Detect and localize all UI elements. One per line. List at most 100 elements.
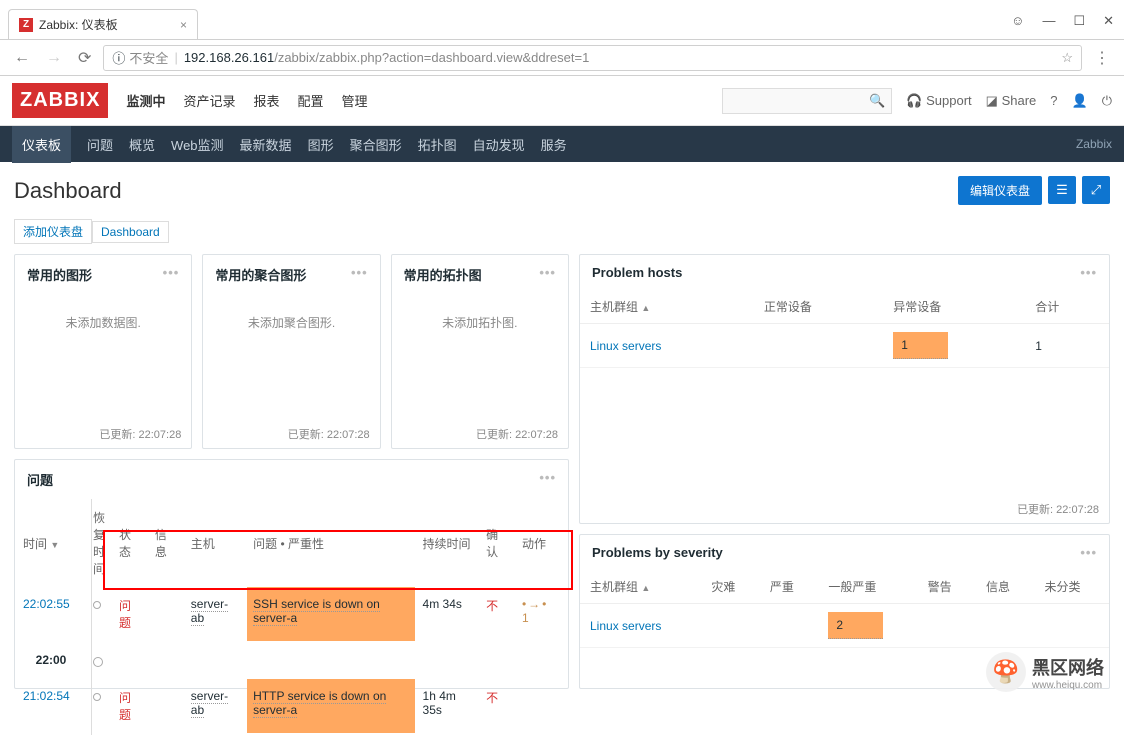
col-duration[interactable]: 持续时间: [417, 501, 479, 585]
widget-menu-icon[interactable]: •••: [351, 265, 368, 284]
widget-updated: 已更新: 22:07:28: [15, 420, 191, 448]
status: 问题: [113, 587, 147, 641]
fullscreen-button[interactable]: ⤢: [1082, 176, 1110, 204]
host-link[interactable]: server-ab: [191, 689, 228, 718]
support-link[interactable]: 🎧 Support: [906, 93, 971, 109]
forward-icon: →: [42, 49, 66, 67]
logout-icon[interactable]: ⏻: [1102, 93, 1112, 109]
search-input[interactable]: 🔍: [722, 88, 892, 114]
time-divider: 22:00: [17, 643, 566, 677]
col-status[interactable]: 状态: [113, 501, 147, 585]
col-recovery[interactable]: 恢复时间: [87, 501, 111, 585]
browser-tab[interactable]: Z Zabbix: 仪表板 ×: [8, 9, 198, 39]
col-info[interactable]: 信息: [976, 570, 1034, 604]
widget-menu-icon[interactable]: •••: [1080, 265, 1097, 280]
col-disaster[interactable]: 灾难: [701, 570, 759, 604]
widget-title: 常用的图形: [27, 265, 92, 284]
timeline-dot-icon: [93, 657, 103, 667]
col-time[interactable]: 时间 ▼: [17, 501, 85, 585]
widget-updated: 已更新: 22:07:28: [580, 495, 1109, 523]
widget-updated: 已更新: 22:07:28: [203, 420, 379, 448]
col-warning[interactable]: 警告: [918, 570, 976, 604]
problem-link[interactable]: SSH service is down on server-a: [253, 597, 380, 626]
tab-close-icon[interactable]: ×: [180, 18, 187, 32]
widget-problems: 问题 ••• 时间 ▼ 恢复时间 状态 信息 主机 问题 • 严重性 持续时间 确…: [14, 459, 569, 689]
time-link[interactable]: 22:02:55: [23, 597, 70, 611]
sort-desc-icon: ▼: [50, 540, 59, 550]
ack-link[interactable]: 不: [486, 599, 498, 613]
menu-admin[interactable]: 管理: [342, 91, 368, 110]
widget-menu-icon[interactable]: •••: [1080, 545, 1097, 560]
widget-title: Problem hosts: [592, 265, 682, 280]
chrome-menu-icon[interactable]: ⋮: [1090, 48, 1114, 68]
subnav-latest[interactable]: 最新数据: [240, 135, 292, 154]
breadcrumb-add[interactable]: 添加仪表盘: [23, 225, 83, 239]
subnav-problems[interactable]: 问题: [87, 135, 113, 154]
back-icon[interactable]: ←: [10, 49, 34, 67]
actions-cell[interactable]: •→• 1: [522, 597, 548, 625]
group-link[interactable]: Linux servers: [590, 339, 661, 353]
url-path: /zabbix/zabbix.php?action=dashboard.view…: [274, 50, 589, 65]
widget-menu-icon[interactable]: •••: [539, 470, 556, 489]
problem-link[interactable]: HTTP service is down on server-a: [253, 689, 386, 718]
zabbix-logo[interactable]: ZABBIX: [12, 83, 108, 118]
widget-maps: 常用的拓扑图••• 未添加拓扑图. 已更新: 22:07:28: [391, 254, 569, 449]
window-close-icon[interactable]: ✕: [1103, 13, 1114, 29]
col-group[interactable]: 主机群组 ▲: [580, 570, 701, 604]
subnav-dashboard[interactable]: 仪表板: [12, 126, 71, 163]
bookmark-icon[interactable]: ☆: [1061, 50, 1073, 66]
breadcrumb-current[interactable]: Dashboard: [101, 225, 160, 239]
col-high[interactable]: 严重: [760, 570, 818, 604]
menu-config[interactable]: 配置: [298, 91, 324, 110]
col-bad[interactable]: 异常设备: [883, 290, 1025, 324]
avg-count[interactable]: 2: [828, 612, 883, 639]
subnav-overview[interactable]: 概览: [129, 135, 155, 154]
subnav-web[interactable]: Web监测: [171, 135, 224, 154]
help-icon[interactable]: ?: [1050, 93, 1057, 108]
reload-icon[interactable]: ⟳: [74, 48, 95, 68]
col-ok[interactable]: 正常设备: [754, 290, 883, 324]
subnav-screens[interactable]: 聚合图形: [350, 135, 402, 154]
col-host[interactable]: 主机: [185, 501, 245, 585]
menu-monitoring[interactable]: 监测中: [126, 91, 165, 110]
total-count: 1: [1025, 324, 1109, 368]
widget-empty: 未添加聚合图形.: [203, 294, 379, 420]
col-ack[interactable]: 确认: [480, 501, 514, 585]
widget-updated: 已更新: 22:07:28: [392, 420, 568, 448]
menu-button[interactable]: ☰: [1048, 176, 1076, 204]
subnav-right: Zabbix: [1076, 137, 1112, 151]
col-info[interactable]: 信息: [149, 501, 183, 585]
page-title: Dashboard: [14, 178, 122, 204]
window-minimize-icon[interactable]: —: [1042, 13, 1055, 29]
time-link[interactable]: 21:02:54: [23, 689, 70, 703]
col-problem[interactable]: 问题 • 严重性: [247, 501, 414, 585]
group-link[interactable]: Linux servers: [590, 619, 661, 633]
host-link[interactable]: server-ab: [191, 597, 228, 626]
subnav-discovery[interactable]: 自动发现: [473, 135, 525, 154]
widget-menu-icon[interactable]: •••: [163, 265, 180, 284]
menu-inventory[interactable]: 资产记录: [183, 91, 235, 110]
subnav-graphs[interactable]: 图形: [308, 135, 334, 154]
menu-reports[interactable]: 报表: [253, 91, 279, 110]
profile-icon[interactable]: 👤: [1072, 93, 1088, 109]
user-icon[interactable]: ☺: [1011, 13, 1024, 29]
edit-dashboard-button[interactable]: 编辑仪表盘: [958, 176, 1042, 205]
window-maximize-icon[interactable]: ☐: [1073, 13, 1085, 29]
col-average[interactable]: 一般严重: [818, 570, 917, 604]
widget-menu-icon[interactable]: •••: [539, 265, 556, 284]
address-bar[interactable]: ⓘ 不安全 | 192.168.26.161/zabbix/zabbix.php…: [103, 45, 1082, 71]
col-group[interactable]: 主机群组 ▲: [580, 290, 754, 324]
bad-count[interactable]: 1: [893, 332, 948, 359]
subnav-maps[interactable]: 拓扑图: [418, 135, 457, 154]
timeline-dot-icon: [93, 693, 101, 701]
widget-empty: 未添加拓扑图.: [392, 294, 568, 420]
ack-link[interactable]: 不: [486, 691, 498, 705]
widget-title: 常用的聚合图形: [215, 265, 306, 284]
col-total[interactable]: 合计: [1025, 290, 1109, 324]
col-actions[interactable]: 动作: [516, 501, 566, 585]
share-link[interactable]: ◪ Share: [986, 93, 1037, 109]
widget-graphs: 常用的图形••• 未添加数据图. 已更新: 22:07:28: [14, 254, 192, 449]
col-unclassified[interactable]: 未分类: [1035, 570, 1109, 604]
subnav-services[interactable]: 服务: [541, 135, 567, 154]
insecure-label: 不安全: [129, 48, 168, 67]
